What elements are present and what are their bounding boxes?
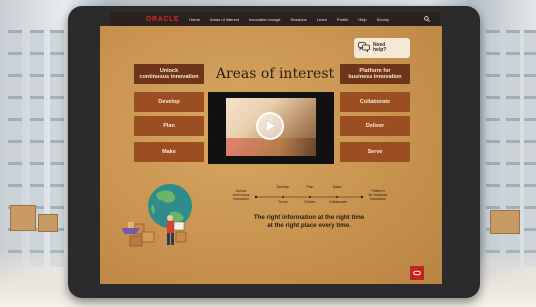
need-help-button[interactable]: Need help? bbox=[354, 38, 410, 58]
nav-areas-of-interest[interactable]: Areas of interest bbox=[210, 17, 239, 22]
timeline-make: Make bbox=[332, 185, 342, 189]
plan-button[interactable]: Plan bbox=[134, 116, 204, 136]
timeline-end-label: Platform for business innovation bbox=[364, 189, 392, 202]
nav-survey[interactable]: Survey bbox=[377, 17, 389, 22]
timeline-collaborate: Collaborate bbox=[329, 200, 347, 204]
timeline-start-label: Unlock continuous innovation bbox=[228, 189, 254, 202]
timeline-start-line3: innovation bbox=[233, 196, 249, 201]
deliver-button[interactable]: Deliver bbox=[340, 116, 410, 136]
serve-button[interactable]: Serve bbox=[340, 142, 410, 162]
timeline-serve: Serve bbox=[278, 200, 288, 204]
nav-sessions[interactable]: Sessions bbox=[291, 17, 307, 22]
top-navigation: ORACLE Home Areas of interest Innovation… bbox=[110, 12, 440, 27]
page-tagline: The right information at the right time … bbox=[224, 214, 394, 231]
collaborate-button[interactable]: Collaborate bbox=[340, 92, 410, 112]
logistics-illustration bbox=[112, 182, 208, 254]
need-help-line2: help? bbox=[373, 47, 387, 53]
nav-home[interactable]: Home bbox=[189, 17, 200, 22]
nav-help[interactable]: Help bbox=[358, 17, 366, 22]
oracle-logo[interactable]: ORACLE bbox=[146, 16, 179, 23]
tagline-line1: The right information at the right time bbox=[253, 214, 365, 221]
timeline-end-line3: innovation bbox=[370, 196, 386, 201]
platform-label: Platform for business innovation bbox=[348, 68, 401, 80]
unlock-continuous-innovation-button[interactable]: Unlock continuous innovation bbox=[134, 64, 204, 84]
tagline-line2: at the right place every time. bbox=[267, 222, 351, 230]
page-title: Areas of interest bbox=[215, 66, 335, 82]
shelf bbox=[524, 30, 536, 267]
nav-innovation-lounge[interactable]: Innovation lounge bbox=[249, 17, 281, 22]
oracle-o-icon[interactable] bbox=[410, 266, 424, 280]
timeline-plan: Plan bbox=[306, 185, 314, 189]
play-icon[interactable] bbox=[256, 112, 284, 140]
timeline-deliver: Deliver bbox=[304, 200, 316, 204]
need-help-label: Need help? bbox=[373, 42, 387, 54]
innovation-timeline: Unlock continuous innovation Develop Pla… bbox=[228, 185, 392, 208]
shelf bbox=[8, 30, 22, 267]
nav-profile[interactable]: Profile bbox=[337, 17, 348, 22]
cardboard-box bbox=[10, 205, 36, 231]
develop-button[interactable]: Develop bbox=[134, 92, 204, 112]
search-icon[interactable] bbox=[424, 15, 430, 24]
platform-line2: business innovation bbox=[348, 74, 402, 80]
timeline-develop: Develop bbox=[276, 185, 290, 189]
unlock-line2: continuous innovation bbox=[139, 74, 199, 80]
cardboard-box bbox=[490, 210, 520, 234]
cardboard-box bbox=[38, 214, 58, 232]
nav-learn[interactable]: Learn bbox=[317, 17, 327, 22]
platform-for-business-innovation-button[interactable]: Platform for business innovation bbox=[340, 64, 410, 84]
chat-bubbles-icon bbox=[358, 39, 370, 57]
video-thumbnail bbox=[226, 98, 316, 156]
video-player[interactable] bbox=[208, 92, 334, 164]
unlock-label: Unlock continuous innovation bbox=[140, 68, 199, 80]
make-button[interactable]: Make bbox=[134, 142, 204, 162]
